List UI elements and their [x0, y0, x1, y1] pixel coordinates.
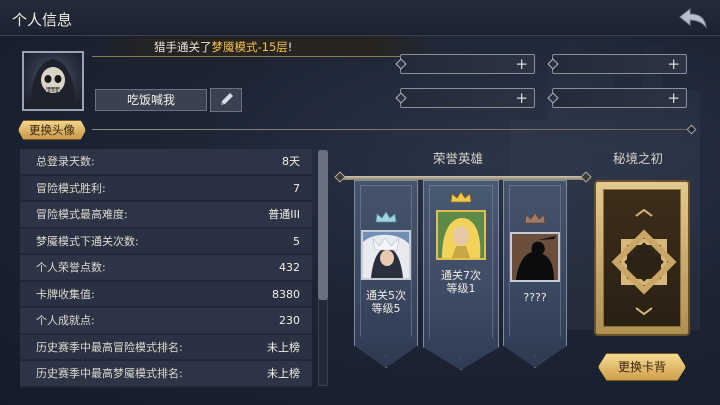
- change-card-back-button[interactable]: 更换卡背: [598, 353, 686, 381]
- hero-3-clears: ????: [523, 291, 547, 304]
- stat-row: 历史赛季中最高梦魇模式排名: 未上榜: [20, 361, 312, 388]
- stat-label: 梦魇模式下通关次数:: [36, 234, 139, 248]
- divider: [92, 129, 692, 130]
- secret-realm-title: 秘境之初: [613, 151, 664, 166]
- hero-1-info: 通关5次 等级5: [356, 289, 416, 315]
- announcement-banner: 猎手通关了梦魇模式-15层!: [92, 37, 442, 57]
- stat-label: 冒险模式胜利:: [36, 181, 106, 195]
- back-arrow-icon[interactable]: [678, 6, 708, 30]
- stat-row: 梦魇模式下通关次数: 5: [20, 228, 312, 255]
- change-avatar-button[interactable]: 更换头像: [18, 120, 86, 140]
- hero-1-image: [363, 232, 409, 278]
- announcement-highlight: 梦魇模式-15层: [211, 40, 288, 54]
- stat-label: 卡牌收集值:: [36, 287, 95, 301]
- announcement-suffix: !: [287, 40, 293, 54]
- skull-hood-portrait: [30, 59, 76, 109]
- stat-value: 未上榜: [267, 367, 300, 380]
- hero-3-silhouette: [512, 234, 558, 280]
- plus-icon: +: [667, 89, 680, 107]
- stat-label: 历史赛季中最高梦魇模式排名:: [36, 367, 183, 380]
- stat-value: 普通III: [268, 208, 300, 221]
- stat-value: 8天: [282, 155, 300, 168]
- page-title: 个人信息: [12, 11, 73, 29]
- stat-label: 历史赛季中最高冒险模式排名:: [36, 340, 183, 354]
- card-back[interactable]: [594, 180, 690, 336]
- announcement-prefix: 猎手通关了: [154, 40, 212, 54]
- stat-row: 历史赛季中最高冒险模式排名: 未上榜: [20, 334, 312, 361]
- slot-1[interactable]: +: [395, 54, 535, 74]
- card-back-emblem-icon: [611, 208, 677, 316]
- hero-portrait-3-locked: [510, 232, 560, 282]
- hero-1-clears: 通关5次: [366, 289, 406, 302]
- slot-4[interactable]: +: [547, 88, 687, 108]
- stat-value: 未上榜: [267, 340, 300, 354]
- stat-label: 个人成就点:: [36, 314, 95, 327]
- silver-crown-icon: [375, 211, 397, 223]
- stat-row: 总登录天数: 8天: [20, 149, 312, 176]
- stat-value: 5: [293, 234, 300, 248]
- slot-2[interactable]: +: [547, 54, 687, 74]
- hero-2-clears: 通关7次: [441, 269, 481, 282]
- edit-nickname-button[interactable]: [210, 88, 242, 112]
- avatar[interactable]: [22, 51, 84, 111]
- header-bar: 个人信息: [0, 0, 720, 36]
- stat-value: 8380: [272, 287, 300, 301]
- honor-heroes-title: 荣誉英雄: [433, 151, 484, 166]
- stats-list: 总登录天数: 8天 冒险模式胜利: 7 冒险模式最高难度: 普通III 梦魇模式下通关…: [20, 149, 312, 388]
- stat-row: 个人成就点: 230: [20, 308, 312, 335]
- stat-row: 冒险模式最高难度: 普通III: [20, 202, 312, 229]
- plus-icon: +: [515, 55, 528, 73]
- banner-rod: [340, 176, 586, 180]
- stat-label: 冒险模式最高难度:: [36, 208, 128, 221]
- stat-value: 7: [293, 181, 300, 195]
- hero-portrait-1: [361, 230, 411, 280]
- stat-row: 卡牌收集值: 8380: [20, 281, 312, 308]
- stats-scrollbar-thumb[interactable]: [318, 150, 328, 300]
- plus-icon: +: [515, 89, 528, 107]
- stat-row: 冒险模式胜利: 7: [20, 175, 312, 202]
- hero-1-level: 等级5: [371, 302, 401, 315]
- stat-value: 230: [279, 314, 300, 327]
- hero-2-level: 等级1: [446, 282, 476, 295]
- hero-portrait-2: [436, 210, 486, 260]
- stat-label: 总登录天数:: [36, 155, 95, 168]
- stat-value: 432: [279, 261, 300, 274]
- pencil-icon: [221, 93, 233, 105]
- stat-row: 个人荣誉点数: 432: [20, 255, 312, 282]
- card-back-inner: [603, 189, 681, 327]
- slot-3[interactable]: +: [395, 88, 535, 108]
- hero-3-info: ????: [505, 291, 565, 304]
- plus-icon: +: [667, 55, 680, 73]
- bronze-crown-icon: [524, 212, 546, 224]
- hero-2-image: [438, 212, 484, 258]
- hero-2-info: 通关7次 等级1: [431, 269, 491, 295]
- stat-label: 个人荣誉点数:: [36, 261, 106, 274]
- nickname-field: 吃饭喊我: [95, 89, 207, 111]
- gold-crown-icon: [450, 191, 472, 203]
